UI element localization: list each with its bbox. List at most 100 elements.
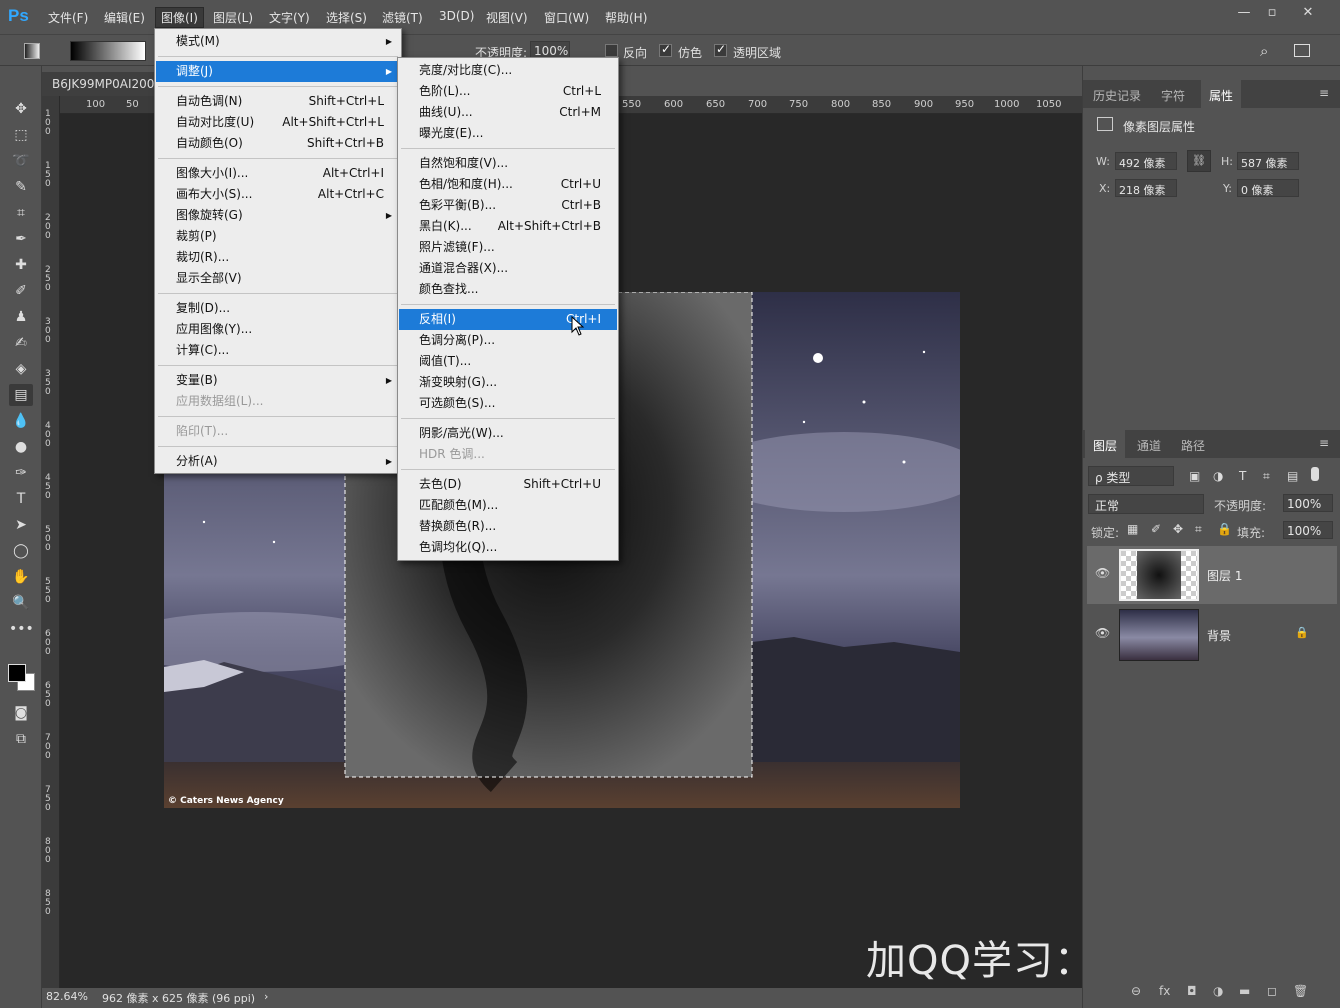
menu-select[interactable]: 选择(S) [326, 9, 367, 26]
adjust-menu-item[interactable]: 色彩平衡(B)... Ctrl+B [399, 195, 617, 216]
brush-tool-icon[interactable]: ✐ [9, 280, 33, 302]
quick-mask-icon[interactable]: ◙ [9, 702, 33, 724]
dodge-tool-icon[interactable]: ● [9, 436, 33, 458]
image-menu-item[interactable]: 复制(D)... [156, 298, 400, 319]
x-field[interactable]: 218 像素 [1115, 179, 1177, 197]
filter-toggle-icon[interactable] [1311, 467, 1319, 481]
menu-edit[interactable]: 编辑(E) [104, 9, 145, 26]
adjust-menu-item[interactable]: 色调均化(Q)... [399, 537, 617, 558]
reverse-checkbox[interactable] [605, 44, 618, 57]
gradient-preview[interactable] [70, 41, 146, 61]
layers-menu-icon[interactable]: ≡ [1319, 436, 1329, 450]
image-menu-item[interactable]: 画布大小(S)... Alt+Ctrl+C [156, 184, 400, 205]
tab-layers[interactable]: 图层 [1085, 430, 1126, 458]
restore-icon[interactable]: ▫ [1262, 6, 1282, 20]
layer-name[interactable]: 图层 1 [1207, 567, 1242, 584]
blend-mode-select[interactable]: 正常 [1088, 494, 1204, 514]
lock-pixels-icon[interactable]: ▦ [1127, 522, 1138, 536]
adjust-menu-item[interactable]: 阴影/高光(W)... [399, 423, 617, 444]
image-menu-item[interactable]: 分析(A) ▶ [156, 451, 400, 472]
eye-icon[interactable]: 👁 [1095, 626, 1110, 640]
lock-all-icon[interactable]: 🔒 [1217, 522, 1232, 536]
tab-history[interactable]: 历史记录 [1093, 87, 1141, 104]
group-icon[interactable]: ▬ [1239, 984, 1250, 998]
adjustment-layer-icon[interactable]: ◑ [1213, 984, 1223, 998]
y-field[interactable]: 0 像素 [1237, 179, 1299, 197]
adjust-menu-item[interactable]: 色相/饱和度(H)... Ctrl+U [399, 174, 617, 195]
close-icon[interactable]: ✕ [1298, 6, 1318, 20]
lasso-tool-icon[interactable]: ➰ [9, 150, 33, 172]
dither-checkbox[interactable] [659, 42, 672, 57]
image-menu-item[interactable]: 显示全部(V) [156, 268, 400, 289]
minimize-icon[interactable]: — [1234, 6, 1254, 20]
menu-window[interactable]: 窗口(W) [544, 9, 589, 26]
eye-icon[interactable]: 👁 [1095, 566, 1110, 580]
adjust-menu-item[interactable]: 阈值(T)... [399, 351, 617, 372]
image-menu-item[interactable]: 自动色调(N) Shift+Ctrl+L [156, 91, 400, 112]
transparency-checkbox[interactable] [714, 42, 727, 57]
document-tab[interactable]: B6JK99MP0AI2000 [42, 72, 158, 96]
link-layers-icon[interactable]: ⊖ [1131, 984, 1141, 998]
menu-3d[interactable]: 3D(D) [439, 9, 474, 23]
menu-file[interactable]: 文件(F) [48, 9, 88, 26]
width-field[interactable]: 492 像素 [1115, 152, 1177, 170]
adjust-menu-item[interactable]: 替换颜色(R)... [399, 516, 617, 537]
link-icon[interactable]: ⛓ [1187, 150, 1211, 172]
new-layer-icon[interactable]: ◻ [1267, 984, 1277, 998]
eyedropper-tool-icon[interactable]: ✒ [9, 228, 33, 250]
adjust-menu-item[interactable]: 黑白(K)... Alt+Shift+Ctrl+B [399, 216, 617, 237]
filter-pixel-icon[interactable]: ▣ [1189, 469, 1200, 483]
image-menu-item[interactable]: 图像大小(I)... Alt+Ctrl+I [156, 163, 400, 184]
add-mask-icon[interactable]: ◘ [1187, 984, 1197, 998]
adjust-menu-item[interactable]: 曲线(U)... Ctrl+M [399, 102, 617, 123]
adjust-menu-item[interactable]: 去色(D) Shift+Ctrl+U [399, 474, 617, 495]
image-menu-item[interactable]: 裁剪(P) [156, 226, 400, 247]
filter-adjust-icon[interactable]: ◑ [1213, 469, 1223, 483]
layer-row-layer1[interactable]: 👁 图层 1 [1087, 546, 1337, 604]
blur-tool-icon[interactable]: 💧 [9, 410, 33, 432]
adjust-menu-item[interactable]: 通道混合器(X)... [399, 258, 617, 279]
adjust-menu-item[interactable]: 可选颜色(S)... [399, 393, 617, 414]
image-menu-item[interactable]: 自动对比度(U) Alt+Shift+Ctrl+L [156, 112, 400, 133]
path-select-tool-icon[interactable]: ➤ [9, 514, 33, 536]
pen-tool-icon[interactable]: ✑ [9, 462, 33, 484]
screen-mode-icon[interactable]: ⧉ [9, 728, 33, 750]
adjust-menu-item[interactable]: 颜色查找... [399, 279, 617, 300]
quick-select-tool-icon[interactable]: ✎ [9, 176, 33, 198]
image-menu-item[interactable]: 裁切(R)... [156, 247, 400, 268]
image-menu-item[interactable]: 计算(C)... [156, 340, 400, 361]
image-menu-item[interactable]: 应用图像(Y)... [156, 319, 400, 340]
filter-shape-icon[interactable]: ⌗ [1263, 469, 1270, 484]
image-menu-item[interactable]: 自动颜色(O) Shift+Ctrl+B [156, 133, 400, 154]
image-menu-item[interactable]: 变量(B) ▶ [156, 370, 400, 391]
healing-tool-icon[interactable]: ✚ [9, 254, 33, 276]
tab-character[interactable]: 字符 [1161, 87, 1185, 104]
marquee-tool-icon[interactable]: ⬚ [9, 124, 33, 146]
foreground-color[interactable] [8, 664, 26, 682]
tab-paths[interactable]: 路径 [1181, 437, 1205, 454]
image-menu-item[interactable]: 图像旋转(G) ▶ [156, 205, 400, 226]
adjust-menu-item[interactable]: 自然饱和度(V)... [399, 153, 617, 174]
menu-view[interactable]: 视图(V) [486, 9, 528, 26]
menu-filter[interactable]: 滤镜(T) [382, 9, 423, 26]
tab-channels[interactable]: 通道 [1137, 437, 1161, 454]
lock-position-icon[interactable]: ✥ [1173, 522, 1183, 536]
tab-properties[interactable]: 属性 [1201, 80, 1242, 108]
tool-preset-icon[interactable] [24, 43, 40, 59]
type-tool-icon[interactable]: T [9, 488, 33, 510]
menu-type[interactable]: 文字(Y) [269, 9, 310, 26]
crop-tool-icon[interactable]: ⌗ [9, 202, 33, 224]
height-field[interactable]: 587 像素 [1237, 152, 1299, 170]
lock-artboard-icon[interactable]: ⌗ [1195, 522, 1202, 537]
image-menu-item[interactable]: 模式(M) ▶ [156, 31, 400, 52]
hand-tool-icon[interactable]: ✋ [9, 566, 33, 588]
history-brush-tool-icon[interactable]: ✍ [9, 332, 33, 354]
gradient-tool-icon[interactable]: ▤ [9, 384, 33, 406]
adjust-menu-item[interactable]: 渐变映射(G)... [399, 372, 617, 393]
menu-image[interactable]: 图像(I) [155, 7, 204, 28]
layer-opacity-field[interactable]: 100% [1283, 494, 1333, 512]
image-menu-item[interactable]: 调整(J) ▶ [156, 61, 400, 82]
filter-smart-icon[interactable]: ▤ [1287, 469, 1298, 483]
filter-type-icon[interactable]: T [1239, 469, 1246, 483]
layer-filter-select[interactable]: ρ 类型 [1088, 466, 1174, 486]
